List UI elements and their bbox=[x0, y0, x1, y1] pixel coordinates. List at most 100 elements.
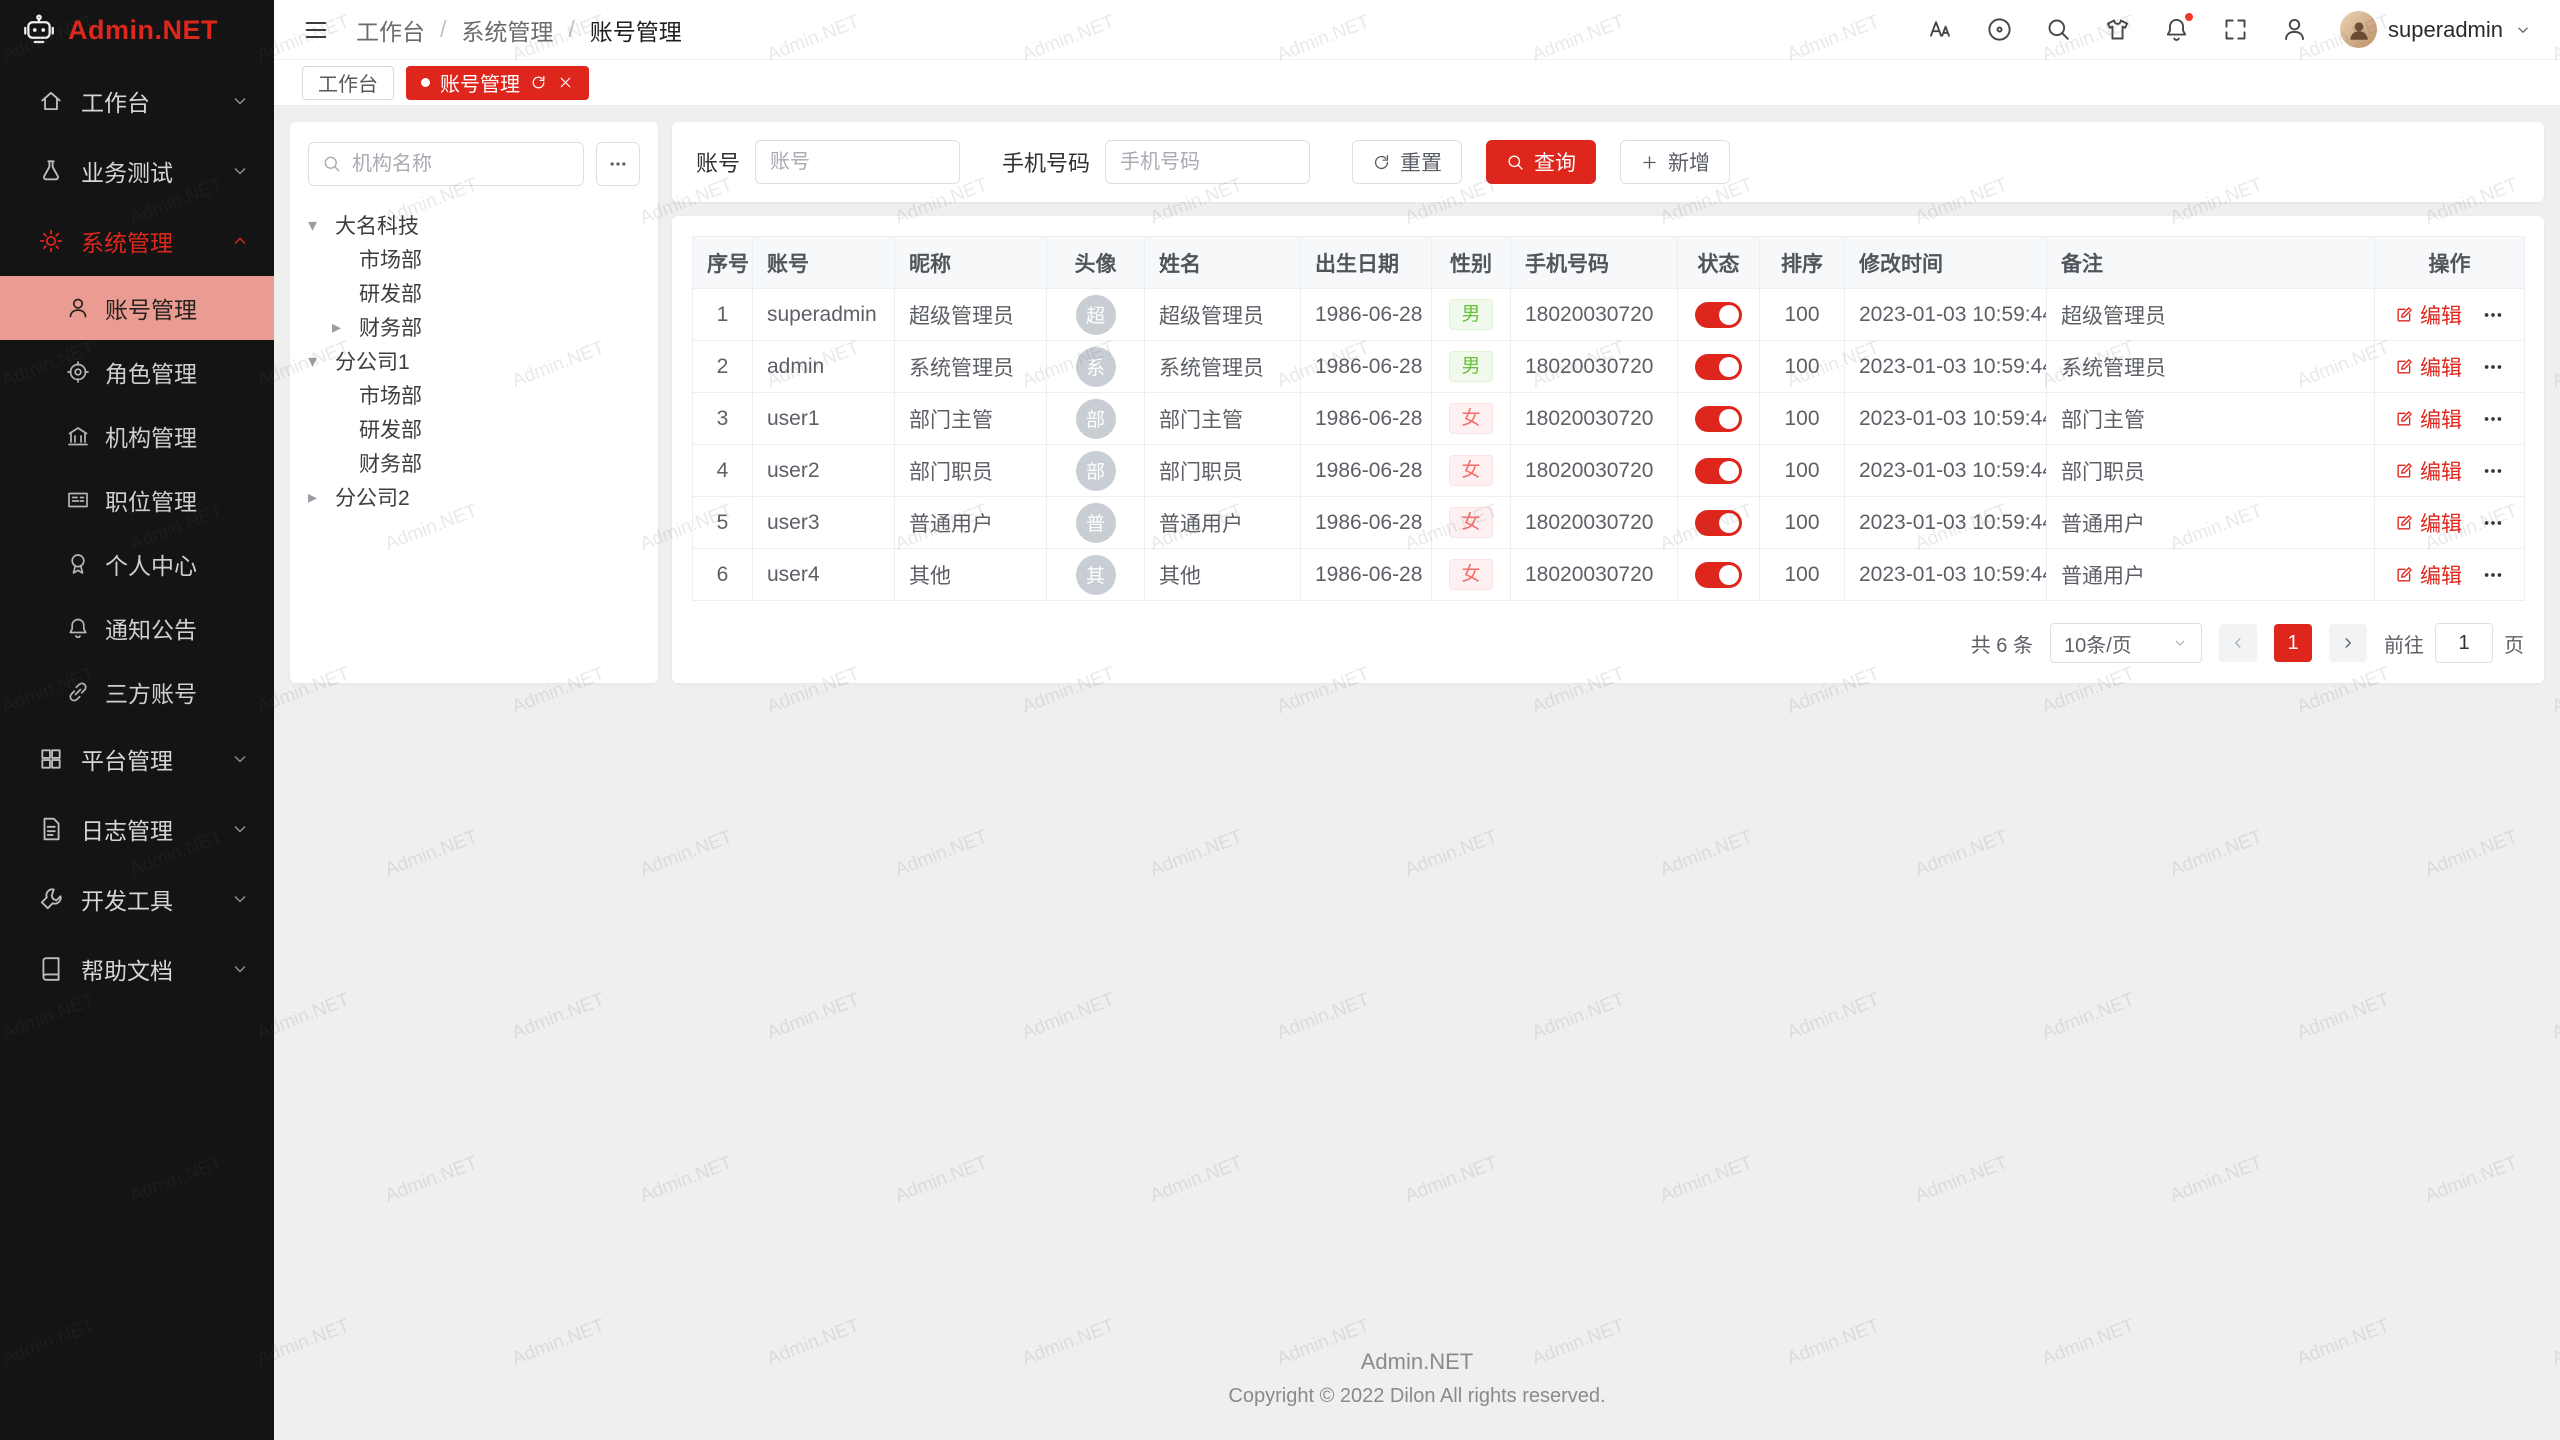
user-menu[interactable]: superadmin bbox=[2340, 11, 2532, 48]
locale-icon[interactable] bbox=[1986, 16, 2013, 43]
hamburger-menu-icon[interactable] bbox=[302, 16, 330, 44]
edit-button-label: 编辑 bbox=[2420, 560, 2462, 590]
cell-sort: 100 bbox=[1760, 289, 1845, 341]
global-search-icon[interactable] bbox=[2045, 16, 2072, 43]
robot-logo-icon bbox=[22, 13, 56, 47]
tab-refresh-icon[interactable] bbox=[530, 74, 547, 91]
sidebar-subitem[interactable]: 职位管理 bbox=[0, 468, 274, 532]
sidebar-menu: 工作台业务测试系统管理账号管理角色管理机构管理职位管理个人中心通知公告三方账号平… bbox=[0, 60, 274, 1440]
page-tab[interactable]: 账号管理 bbox=[406, 66, 589, 100]
more-actions-button[interactable] bbox=[2482, 356, 2504, 378]
cell-operations: 编辑 bbox=[2375, 549, 2525, 601]
tab-close-icon[interactable] bbox=[557, 74, 574, 91]
font-size-icon[interactable] bbox=[1927, 16, 1954, 43]
sidebar-item[interactable]: 系统管理 bbox=[0, 206, 274, 276]
sidebar-subitem[interactable]: 个人中心 bbox=[0, 532, 274, 596]
sidebar-subitem[interactable]: 角色管理 bbox=[0, 340, 274, 404]
status-toggle[interactable] bbox=[1695, 302, 1742, 328]
add-button-label: 新增 bbox=[1668, 147, 1710, 177]
tree-node-label: 财务部 bbox=[359, 312, 422, 342]
cell-gender: 男 bbox=[1432, 289, 1511, 341]
edit-button[interactable]: 编辑 bbox=[2395, 352, 2462, 382]
add-button[interactable]: 新增 bbox=[1620, 140, 1730, 184]
tree-node[interactable]: 研发部 bbox=[308, 276, 640, 310]
org-search-box bbox=[308, 142, 584, 186]
medal-icon bbox=[66, 552, 90, 576]
sidebar-item[interactable]: 工作台 bbox=[0, 66, 274, 136]
prev-page-button[interactable] bbox=[2219, 624, 2257, 662]
goto-label: 前往 bbox=[2384, 629, 2424, 658]
goto-page-input[interactable] bbox=[2435, 623, 2493, 663]
tree-node[interactable]: ▸财务部 bbox=[308, 310, 640, 344]
page-tab[interactable]: 工作台 bbox=[302, 66, 394, 100]
tree-caret-icon[interactable]: ▾ bbox=[308, 351, 335, 372]
cell-name: 部门职员 bbox=[1145, 445, 1301, 497]
search-button[interactable]: 查询 bbox=[1486, 140, 1596, 184]
status-toggle[interactable] bbox=[1695, 406, 1742, 432]
breadcrumb-item[interactable]: 系统管理 bbox=[461, 13, 553, 47]
tree-node[interactable]: ▾分公司1 bbox=[308, 344, 640, 378]
column-header: 状态 bbox=[1678, 237, 1760, 289]
cell-sort: 100 bbox=[1760, 393, 1845, 445]
status-toggle[interactable] bbox=[1695, 458, 1742, 484]
edit-button[interactable]: 编辑 bbox=[2395, 560, 2462, 590]
edit-button[interactable]: 编辑 bbox=[2395, 404, 2462, 434]
page-size-select[interactable]: 10条/页 bbox=[2050, 623, 2202, 663]
cell-operations: 编辑 bbox=[2375, 341, 2525, 393]
more-actions-button[interactable] bbox=[2482, 512, 2504, 534]
page-content: ▾大名科技市场部研发部▸财务部▾分公司1市场部研发部财务部▸分公司2 账号 手机… bbox=[274, 106, 2560, 1440]
theme-skin-icon[interactable] bbox=[2104, 16, 2131, 43]
cell-gender: 女 bbox=[1432, 549, 1511, 601]
status-toggle[interactable] bbox=[1695, 510, 1742, 536]
sidebar-subitem[interactable]: 通知公告 bbox=[0, 596, 274, 660]
sidebar-item[interactable]: 开发工具 bbox=[0, 864, 274, 934]
sidebar-subitem[interactable]: 机构管理 bbox=[0, 404, 274, 468]
phone-input[interactable] bbox=[1105, 140, 1310, 184]
tree-node[interactable]: ▸分公司2 bbox=[308, 480, 640, 514]
chevron-left-icon bbox=[2229, 634, 2247, 652]
tree-node[interactable]: 市场部 bbox=[308, 378, 640, 412]
sidebar-item[interactable]: 业务测试 bbox=[0, 136, 274, 206]
cell-name: 普通用户 bbox=[1145, 497, 1301, 549]
cell-avatar: 部 bbox=[1047, 445, 1145, 497]
sidebar-subitem-label: 账号管理 bbox=[105, 291, 274, 325]
account-input[interactable] bbox=[755, 140, 960, 184]
status-toggle[interactable] bbox=[1695, 562, 1742, 588]
tree-caret-icon[interactable]: ▸ bbox=[308, 487, 335, 508]
edit-button[interactable]: 编辑 bbox=[2395, 456, 2462, 486]
page-number-button[interactable]: 1 bbox=[2274, 624, 2312, 662]
tree-caret-icon[interactable]: ▾ bbox=[308, 215, 335, 236]
sidebar-item[interactable]: 平台管理 bbox=[0, 724, 274, 794]
sidebar-item[interactable]: 帮助文档 bbox=[0, 934, 274, 1004]
fullscreen-icon[interactable] bbox=[2222, 16, 2249, 43]
notification-bell-icon[interactable] bbox=[2163, 16, 2190, 43]
tree-node[interactable]: 研发部 bbox=[308, 412, 640, 446]
reset-button[interactable]: 重置 bbox=[1352, 140, 1462, 184]
org-search-input[interactable] bbox=[352, 153, 570, 176]
more-actions-button[interactable] bbox=[2482, 564, 2504, 586]
logo[interactable]: Admin.NET bbox=[0, 0, 274, 60]
profile-icon[interactable] bbox=[2281, 16, 2308, 43]
tree-node[interactable]: ▾大名科技 bbox=[308, 208, 640, 242]
status-toggle[interactable] bbox=[1695, 354, 1742, 380]
more-actions-button[interactable] bbox=[2482, 304, 2504, 326]
tree-caret-icon[interactable]: ▸ bbox=[332, 317, 359, 338]
sidebar-item[interactable]: 日志管理 bbox=[0, 794, 274, 864]
row-avatar: 普 bbox=[1076, 503, 1116, 543]
next-page-button[interactable] bbox=[2329, 624, 2367, 662]
breadcrumb-item[interactable]: 工作台 bbox=[356, 13, 425, 47]
topbar-left: 工作台/系统管理/账号管理 bbox=[302, 13, 682, 47]
column-header: 备注 bbox=[2047, 237, 2375, 289]
tree-node[interactable]: 财务部 bbox=[308, 446, 640, 480]
edit-button[interactable]: 编辑 bbox=[2395, 300, 2462, 330]
tree-node[interactable]: 市场部 bbox=[308, 242, 640, 276]
more-actions-button[interactable] bbox=[2482, 408, 2504, 430]
edit-button[interactable]: 编辑 bbox=[2395, 508, 2462, 538]
cell-account: user2 bbox=[753, 445, 895, 497]
sidebar-subitem[interactable]: 三方账号 bbox=[0, 660, 274, 724]
org-more-button[interactable] bbox=[596, 142, 640, 186]
sidebar-subitem[interactable]: 账号管理 bbox=[0, 276, 274, 340]
more-actions-button[interactable] bbox=[2482, 460, 2504, 482]
sidebar-item-label: 业务测试 bbox=[81, 154, 213, 188]
cell-status bbox=[1678, 341, 1760, 393]
